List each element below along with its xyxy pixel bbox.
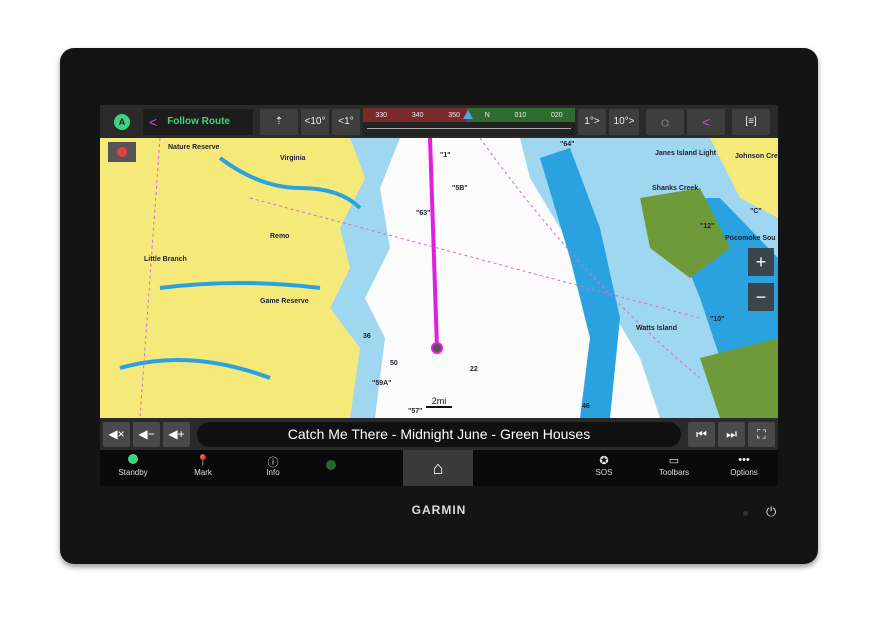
sos-button[interactable]: ✪ SOS [574,454,634,477]
map-label: Watts Island [636,325,677,332]
light-sensor [743,511,748,516]
toolbars-label: Toolbars [658,468,690,477]
map-label: "1" [440,152,451,159]
volume-up-button[interactable]: ◀+ [163,421,190,447]
route-icon: < [149,113,158,130]
previous-track-button[interactable]: ⏮ [688,421,715,447]
info-icon: ⓘ [267,457,279,469]
map-label: Johnson Cre [735,153,778,160]
map-label: 36 [363,333,371,340]
heading-compass-tape[interactable]: 330 340 350 N 010 020 [363,107,575,136]
media-bar: ◀× ◀− ◀+ Catch Me There - Midnight June … [100,418,778,450]
follow-route-mode[interactable]: < Follow Route [143,108,253,135]
options-label: Options [730,468,758,477]
rotate-button[interactable]: ◌ [646,108,684,135]
map-label: 22 [470,366,478,373]
standby-button[interactable]: Standby [103,454,163,477]
info-label: Info [266,468,280,477]
standby-label: Standby [118,468,148,477]
minus-10-button[interactable]: <10° [301,108,329,135]
rotate-icon: ◌ [660,113,670,130]
heading-up-button[interactable]: ⇡ [260,108,298,135]
autopilot-status-button[interactable]: A [104,108,140,135]
mute-button[interactable]: ◀× [103,421,130,447]
nautical-chart[interactable]: Nature Reserve Virginia Remo Little Bran… [100,137,778,419]
volume-down-button[interactable]: ◀− [133,421,160,447]
sos-label: SOS [595,468,613,477]
compass-tick: 350 [448,111,460,119]
map-label: "63" [416,210,431,217]
autopilot-icon [103,454,163,468]
map-label: "5B" [452,185,468,192]
list-icon: [≡] [745,116,757,127]
map-label: Janes Island Light [655,150,717,157]
lifebuoy-icon: ✪ [599,455,609,467]
map-label: 46 [582,403,590,410]
brand-logo: GARMIN [411,503,467,517]
minus-1-button[interactable]: <1° [332,108,360,135]
power-icon: ⏻ [766,504,777,519]
map-label: Remo [270,233,290,240]
heading-up-icon: ⇡ [274,116,284,127]
menu-button[interactable]: [≡] [732,108,770,135]
map-label: Game Reserve [260,298,309,305]
zoom-out-button[interactable]: − [748,283,774,311]
heading-pointer-icon [463,109,473,119]
route-icon: < [701,113,711,130]
map-label: Pocomoke Sou [725,235,776,242]
map-label: "57" [408,408,423,415]
options-button[interactable]: ••• Options [714,454,774,477]
map-label: Virginia [280,155,306,162]
bottom-nav: Standby 📍 Mark ⓘ Info ⌂ ✪ SOS ▭ Toolbars •••… [100,450,778,486]
scale-bar: 2mi [426,396,452,408]
autopilot-icon: A [114,113,130,130]
vessel-icon [431,342,443,354]
mode-label: Follow Route [167,116,230,127]
waypoint-alert-button[interactable] [108,142,136,162]
map-label: Nature Reserve [168,144,220,151]
pin-icon: 📍 [196,455,210,467]
map-label: "12" [700,223,715,230]
plus-10-button[interactable]: 10°> [609,108,639,135]
more-icon: ••• [738,454,750,466]
home-icon: ⌂ [432,457,444,478]
map-label: "C" [750,208,762,215]
info-button[interactable]: ⓘ Info [243,454,303,477]
map-label: "10" [710,316,725,323]
compass-tick: 330 [375,111,388,119]
toolbars-button[interactable]: ▭ Toolbars [644,454,704,477]
map-label: "59A" [372,380,392,387]
toolbar-icon: ▭ [668,455,680,467]
map-label: 50 [390,360,398,367]
mark-label: Mark [194,468,212,477]
status-button[interactable] [301,460,361,472]
map-label: Shanks Creek [652,185,699,192]
next-track-button[interactable]: ⏭ [718,421,745,447]
chart-svg [100,137,778,419]
map-label: Little Branch [144,256,187,263]
map-label: "64" [560,141,575,148]
gps-status-icon [326,460,336,470]
mark-button[interactable]: 📍 Mark [173,454,233,477]
home-button[interactable]: ⌂ [403,450,473,486]
compass-tick: 340 [411,111,424,119]
top-toolbar: A < Follow Route ⇡ <10° <1° 330 340 350 N 010… [100,105,778,138]
compass-tick: 020 [550,111,563,119]
plus-1-button[interactable]: 1°> [578,108,606,135]
zoom-in-button[interactable]: + [748,248,774,276]
power-button[interactable]: ⏻ [766,504,776,520]
compass-tick: 010 [514,111,527,119]
fullscreen-button[interactable]: ⛶ [748,421,775,447]
chartplotter-screen: A < Follow Route ⇡ <10° <1° 330 340 350 N 010… [100,105,778,486]
alert-icon [117,147,127,157]
now-playing: Catch Me There - Midnight June - Green H… [197,421,681,447]
compass-tick: N [484,111,490,119]
route-button[interactable]: < [687,108,725,135]
